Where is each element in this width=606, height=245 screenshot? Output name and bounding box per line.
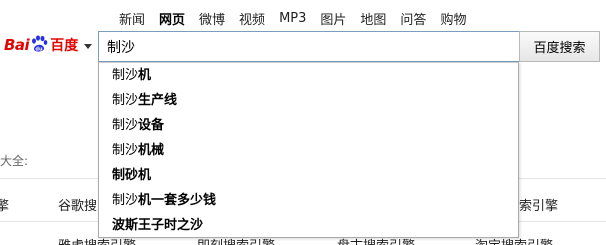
nav-item-images[interactable]: 图片 [320, 9, 346, 28]
suggestion-prefix: 制沙 [112, 193, 139, 208]
suggestion-item[interactable]: 制沙生产线 [99, 88, 518, 113]
search-box [98, 31, 519, 62]
suggestion-completion: 生产线 [138, 93, 178, 108]
suggestion-prefix: 制沙 [112, 68, 139, 83]
suggestion-item[interactable]: 制沙机一套多少钱 [99, 188, 518, 213]
suggestion-completion: 机一套多少钱 [138, 193, 217, 208]
suggestion-item[interactable]: 波斯王子时之沙 [99, 213, 518, 238]
suggestion-completion: 制砂机 [112, 168, 152, 183]
nav-item-qa[interactable]: 问答 [400, 9, 426, 28]
nav-item-weibo[interactable]: 微博 [199, 9, 225, 28]
suggestion-prefix: 制沙 [112, 93, 139, 108]
suggestion-dropdown: 制沙机 制沙生产线 制沙设备 制沙机械 制砂机 制沙机一套多少钱 波斯王子时之沙 [98, 62, 519, 238]
table-cell: 擎 [0, 199, 10, 214]
nav-item-web[interactable]: 网页 [159, 9, 185, 28]
suggestion-item[interactable]: 制沙机械 [99, 138, 518, 163]
baidu-logo[interactable]: Bai du 百度 [4, 32, 78, 58]
svg-text:du: du [36, 47, 44, 53]
nav-item-map[interactable]: 地图 [360, 9, 386, 28]
search-input[interactable] [99, 32, 519, 61]
table-cell: 谷歌搜 [58, 199, 98, 214]
nav-item-news[interactable]: 新闻 [119, 9, 145, 28]
suggestion-prefix: 制沙 [112, 118, 139, 133]
table-cell: 索引擎 [519, 199, 559, 214]
chevron-down-icon[interactable] [84, 44, 92, 49]
nav-item-mp3[interactable]: MP3 [279, 11, 306, 26]
logo-text-baidu: 百度 [50, 38, 79, 54]
nav-item-video[interactable]: 视频 [239, 9, 265, 28]
paw-icon: du [30, 35, 48, 53]
top-nav: 新闻 网页 微博 视频 MP3 图片 地图 问答 购物 [119, 8, 480, 28]
suggestion-prefix: 制沙 [112, 143, 139, 158]
suggestion-completion: 机 [138, 68, 152, 83]
suggestion-completion: 机械 [138, 143, 165, 158]
section-label: 大全: [0, 154, 29, 168]
suggestion-completion: 波斯王子时之沙 [112, 218, 204, 233]
suggestion-item[interactable]: 制沙设备 [99, 113, 518, 138]
suggestion-item[interactable]: 制沙机 [99, 63, 518, 88]
logo-text-bai: Bai [4, 36, 30, 54]
suggestion-completion: 设备 [138, 118, 165, 133]
search-button[interactable]: 百度搜索 [519, 31, 600, 62]
suggestion-item[interactable]: 制砂机 [99, 163, 518, 188]
nav-item-shopping[interactable]: 购物 [440, 9, 466, 28]
